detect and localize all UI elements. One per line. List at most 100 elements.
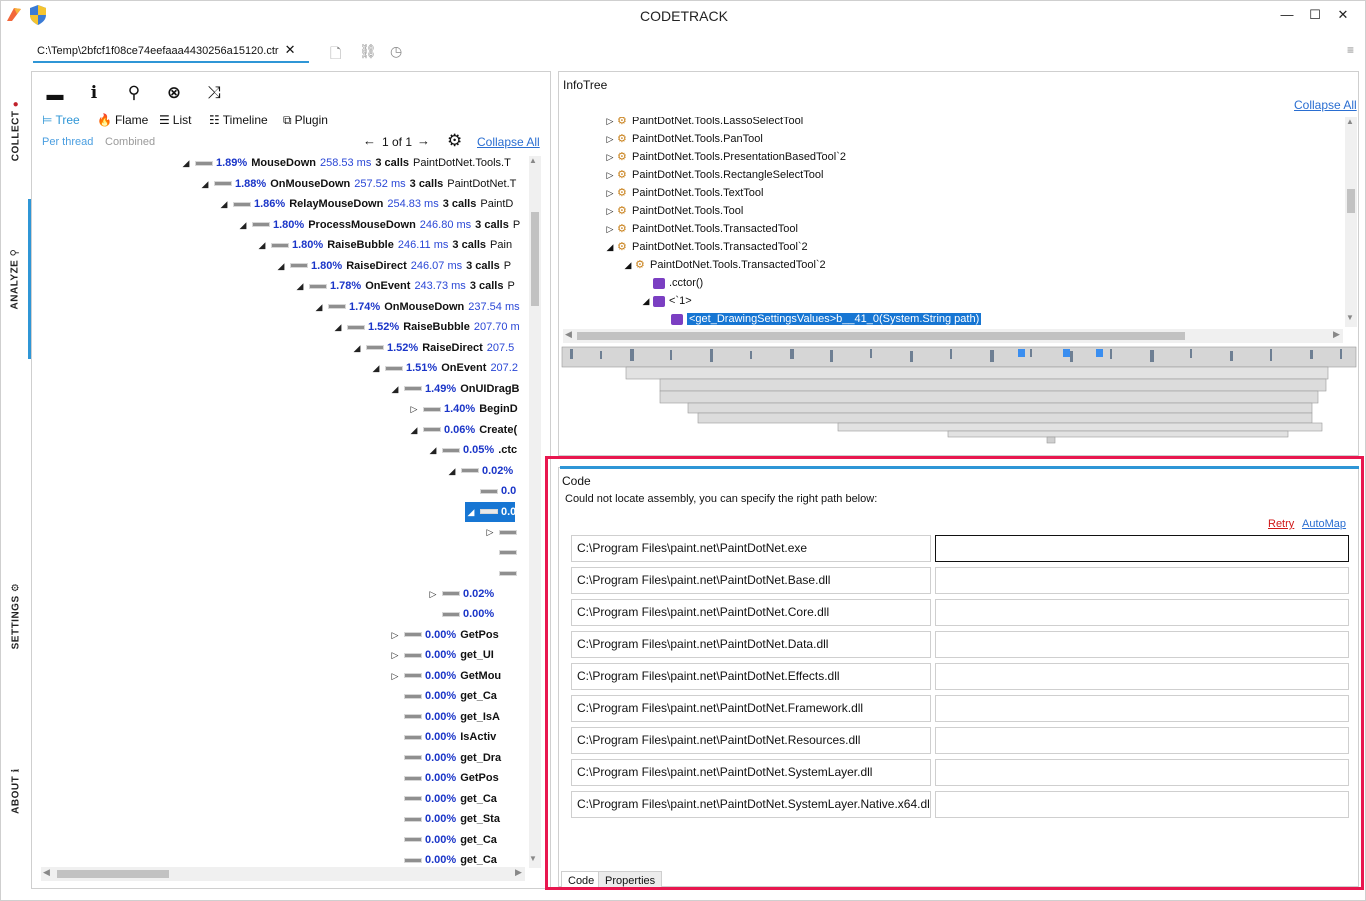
calltree-row[interactable]: ▷ 1.40% BeginD: [408, 399, 528, 419]
clear-icon[interactable]: ⊗: [161, 83, 187, 103]
assembly-path-input[interactable]: [935, 759, 1349, 786]
document-icon[interactable]: 🗋: [330, 43, 341, 67]
calltree-collapse-all[interactable]: Collapse All: [477, 135, 540, 149]
view-plugin-button[interactable]: ⧉ Plugin: [283, 111, 328, 129]
assembly-path-input[interactable]: [935, 727, 1349, 754]
sidetab-analyze[interactable]: ANALYZE ⚲: [1, 199, 31, 359]
assembly-path-input[interactable]: [935, 535, 1349, 562]
calltree-row[interactable]: ▷ 0.02%: [427, 584, 510, 604]
view-flame-button[interactable]: 🔥 Flame: [97, 111, 148, 129]
calltree-row[interactable]: 0.00%: [427, 604, 510, 624]
view-timeline-button[interactable]: ☷ Timeline: [209, 111, 268, 129]
infotree-vscrollbar[interactable]: ▲ ▼: [1345, 117, 1357, 327]
expander-icon[interactable]: ▷: [389, 625, 401, 645]
flame-minimap[interactable]: [560, 345, 1358, 455]
gear-icon[interactable]: ⚙: [447, 131, 462, 151]
calltree-row[interactable]: ◢ 1.89% MouseDown 258.53 ms 3 calls PaintDotN…: [180, 153, 511, 173]
calltree-row[interactable]: ◢ 1.52% RaiseBubble 207.70 m: [332, 317, 528, 337]
expander-icon[interactable]: ◢: [639, 292, 653, 310]
infotree-item[interactable]: ◢ ⚙ PaintDotNet.Tools.TransactedTool`2: [621, 256, 826, 274]
infotree-hscrollbar[interactable]: ◀ ▶: [563, 329, 1343, 343]
calltree-row[interactable]: 0.00% GetPos: [389, 768, 511, 788]
calltree-row[interactable]: 0.0: [465, 481, 528, 501]
clock-icon[interactable]: ◷: [390, 43, 402, 60]
infotree-item[interactable]: ▷ ⚙ PaintDotNet.Tools.LassoSelectTool: [603, 117, 804, 130]
maximize-button[interactable]: ☐: [1303, 5, 1327, 25]
combined-toggle[interactable]: Combined: [105, 136, 155, 148]
calltree-row[interactable]: ◢ 0.0: [465, 501, 516, 522]
infotree-item[interactable]: ▷ ⚙ PaintDotNet.Tools.PanTool: [603, 130, 763, 148]
calltree-hscroll-thumb[interactable]: [57, 870, 169, 878]
calltree-row[interactable]: ▷ 0.00% GetMou: [389, 666, 513, 686]
per-thread-toggle[interactable]: Per thread: [42, 136, 93, 148]
calltree-row[interactable]: ◢ 1.51% OnEvent 207.2: [370, 358, 526, 378]
infotree-hscroll-thumb[interactable]: [577, 332, 1185, 340]
next-page-button[interactable]: →: [417, 133, 430, 148]
calltree-row[interactable]: ◢ 0.02%: [446, 461, 528, 481]
calltree-hscrollbar[interactable]: ◀ ▶: [41, 867, 525, 881]
expander-icon[interactable]: ▷: [484, 522, 496, 542]
calltree-row[interactable]: ◢ 1.80% RaiseDirect 246.07 ms 3 calls P: [275, 256, 512, 276]
expander-icon[interactable]: ▷: [603, 148, 617, 166]
expander-icon[interactable]: ◢: [180, 153, 192, 173]
calltree-row[interactable]: ◢ 1.52% RaiseDirect 207.5: [351, 338, 522, 358]
search-icon[interactable]: ⚲: [121, 83, 147, 103]
menu-icon[interactable]: ≡: [1347, 43, 1354, 57]
file-tab[interactable]: C:\Temp\2bfcf1f08ce74eefaaa4430256a15120…: [33, 37, 309, 63]
expander-icon[interactable]: ▷: [389, 645, 401, 665]
assembly-path-input[interactable]: [935, 791, 1349, 818]
link-icon[interactable]: ⛓: [359, 43, 377, 60]
assembly-path-input[interactable]: [935, 599, 1349, 626]
infotree-collapse-all[interactable]: Collapse All: [1294, 98, 1357, 112]
info-icon[interactable]: i: [81, 83, 107, 103]
infotree-item[interactable]: ▷ ⚙ PaintDotNet.Tools.TextTool: [603, 184, 764, 202]
expander-icon[interactable]: ◢: [603, 238, 617, 256]
folder-icon[interactable]: ▬: [42, 85, 68, 105]
calltree-row[interactable]: 0.00% get_Sta: [389, 809, 512, 829]
expander-icon[interactable]: ◢: [389, 379, 401, 399]
calltree-row[interactable]: ◢ 1.88% OnMouseDown 257.52 ms 3 calls PaintDo…: [199, 174, 517, 194]
calltree-row[interactable]: ◢ 1.78% OnEvent 243.73 ms 3 calls P: [294, 276, 515, 296]
calltree-row[interactable]: ◢ 0.05% .ctc: [427, 440, 528, 460]
calltree-row[interactable]: 0.00% IsActiv: [389, 727, 508, 747]
calltree-vscrollbar[interactable]: ▲ ▼: [529, 156, 541, 868]
calltree-row[interactable]: ◢ 1.86% RelayMouseDown 254.83 ms 3 calls Pain…: [218, 194, 514, 214]
expander-icon[interactable]: ◢: [275, 256, 287, 276]
calltree-row[interactable]: 0.00% get_IsA: [389, 707, 512, 727]
automap-link[interactable]: AutoMap: [1302, 518, 1346, 530]
calltree-row[interactable]: ▷: [484, 522, 528, 542]
calltree-row[interactable]: ◢ 1.74% OnMouseDown 237.54 ms: [313, 297, 528, 317]
sidetab-settings[interactable]: SETTINGS ⚙: [1, 571, 31, 661]
calltree-row[interactable]: ◢ 1.49% OnUIDragB: [389, 379, 528, 399]
sidetab-about[interactable]: ABOUT ℹ: [1, 746, 31, 836]
assembly-path-input[interactable]: [935, 663, 1349, 690]
view-tree-button[interactable]: ⊨ Tree: [42, 111, 80, 129]
infotree-item[interactable]: <get_DrawingSettingsValues>b__41_0(Syste…: [657, 310, 982, 328]
expander-icon[interactable]: ▷: [603, 130, 617, 148]
expander-icon[interactable]: ◢: [313, 297, 325, 317]
calltree-row[interactable]: ▷ 0.00% get_UI: [389, 645, 506, 665]
expander-icon[interactable]: ◢: [465, 502, 477, 522]
expander-icon[interactable]: ◢: [621, 256, 635, 274]
tab-properties[interactable]: Properties: [598, 871, 663, 890]
calltree-row[interactable]: ◢ 1.80% RaiseBubble 246.11 ms 3 calls Pain: [256, 235, 513, 255]
view-list-button[interactable]: ☰ List: [159, 111, 191, 129]
calltree-row[interactable]: 0.00% get_Ca: [389, 850, 509, 867]
close-tab-icon[interactable]: ✕: [285, 42, 296, 57]
expander-icon[interactable]: ◢: [446, 461, 458, 481]
assembly-path-input[interactable]: [935, 567, 1349, 594]
expander-icon[interactable]: ◢: [294, 276, 306, 296]
infotree-item[interactable]: ▷ ⚙ PaintDotNet.Tools.RectangleSelectTool: [603, 166, 824, 184]
expander-icon[interactable]: ◢: [256, 235, 268, 255]
infotree-vscroll-thumb[interactable]: [1347, 189, 1355, 213]
prev-page-button[interactable]: ←: [363, 133, 376, 148]
expander-icon[interactable]: ▷: [389, 666, 401, 686]
infotree-item[interactable]: .cctor(): [639, 274, 703, 292]
retry-link[interactable]: Retry: [1268, 518, 1294, 530]
compare-icon[interactable]: ⤨: [201, 83, 227, 103]
tab-code[interactable]: Code: [561, 871, 602, 890]
expander-icon[interactable]: ◢: [218, 194, 230, 214]
expander-icon[interactable]: ▷: [603, 220, 617, 238]
infotree-item[interactable]: ◢ <`1>: [639, 292, 692, 310]
expander-icon[interactable]: ◢: [370, 358, 382, 378]
